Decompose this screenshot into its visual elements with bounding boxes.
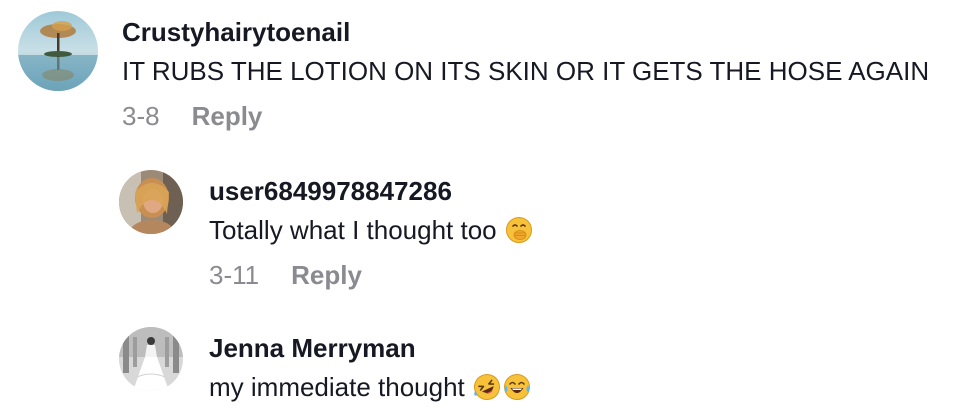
comment-text-content: my immediate thought bbox=[209, 372, 465, 402]
comment: Crustyhairytoenail IT RUBS THE LOTION ON… bbox=[18, 11, 929, 131]
comment-text: IT RUBS THE LOTION ON ITS SKIN OR IT GET… bbox=[122, 55, 929, 87]
comment: user6849978847286 Totally what I thought… bbox=[119, 170, 533, 290]
comment-body: user6849978847286 Totally what I thought… bbox=[209, 170, 533, 290]
comment-text: my immediate thought bbox=[209, 371, 531, 403]
avatar[interactable] bbox=[18, 11, 98, 91]
comment-date: 3-11 bbox=[209, 260, 260, 290]
woman-portrait-avatar-image bbox=[119, 170, 183, 234]
username[interactable]: Crustyhairytoenail bbox=[122, 17, 929, 47]
comment-text-content: Totally what I thought too bbox=[209, 215, 497, 245]
reply-button[interactable]: Reply bbox=[291, 260, 362, 290]
tree-reflection-avatar-image bbox=[18, 11, 98, 91]
comment-meta: 3-8 Reply bbox=[122, 101, 929, 131]
reply-button[interactable]: Reply bbox=[192, 101, 263, 131]
username[interactable]: Jenna Merryman bbox=[209, 333, 531, 363]
comment: Jenna Merryman my immediate thought bbox=[119, 327, 531, 403]
comment-body: Crustyhairytoenail IT RUBS THE LOTION ON… bbox=[122, 11, 929, 131]
avatar[interactable] bbox=[119, 327, 183, 391]
wedding-dress-avatar-image bbox=[119, 327, 183, 391]
hand-over-mouth-emoji-icon bbox=[505, 216, 533, 244]
tears-of-joy-emoji-icon bbox=[503, 373, 531, 401]
username[interactable]: user6849978847286 bbox=[209, 176, 533, 206]
comment-text-content: IT RUBS THE LOTION ON ITS SKIN OR IT GET… bbox=[122, 56, 930, 86]
comment-text: Totally what I thought too bbox=[209, 214, 533, 246]
comment-body: Jenna Merryman my immediate thought bbox=[209, 327, 531, 403]
rolling-on-floor-laughing-emoji-icon bbox=[473, 373, 501, 401]
avatar[interactable] bbox=[119, 170, 183, 234]
comment-date: 3-8 bbox=[122, 101, 160, 131]
comment-meta: 3-11 Reply bbox=[209, 260, 533, 290]
